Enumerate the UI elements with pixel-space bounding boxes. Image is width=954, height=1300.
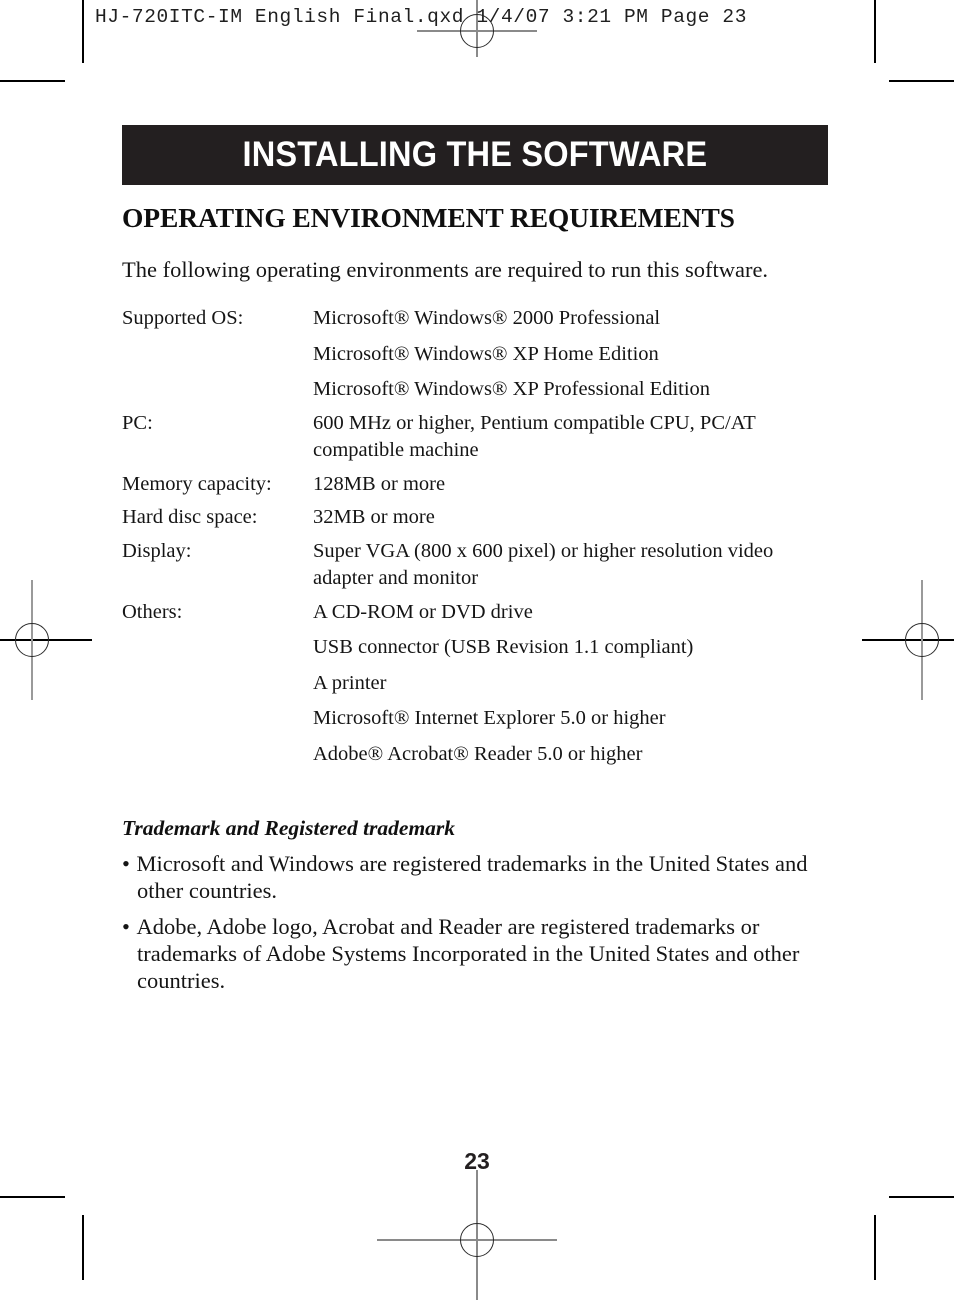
trademark-heading: Trademark and Registered trademark [122, 815, 456, 840]
trademark-list: • Microsoft and Windows are registered tr… [122, 850, 832, 994]
requirement-label: Supported OS: [122, 307, 244, 330]
chapter-banner: INSTALLING THE SOFTWARE [122, 125, 828, 185]
trademark-list-item: • Adobe, Adobe logo, Acrobat and Reader a… [122, 913, 832, 994]
trademark-list-item-text: Microsoft and Windows are registered tra… [136, 850, 808, 903]
requirement-value: Microsoft® Windows® XP Home Edition [313, 342, 659, 365]
requirement-value: Microsoft® Windows® 2000 Professional [313, 307, 661, 330]
trademark-list-item: • Microsoft and Windows are registered tr… [122, 850, 832, 904]
requirement-row: Others: A CD-ROM or DVD drive USB connecto… [122, 599, 832, 768]
requirement-value: Adobe® Acrobat® Reader 5.0 or higher [313, 742, 643, 765]
registration-mark-circle [15, 623, 49, 657]
proof-file-slug: HJ-720ITC-IM English Final.qxd 1/4/07 3:… [95, 6, 748, 28]
requirement-label: Display: [122, 539, 192, 562]
crop-mark-top-left-horizontal [0, 80, 65, 82]
requirement-row: Memory capacity: 128MB or more [122, 471, 832, 498]
requirement-values: 128MB or more [313, 471, 832, 498]
registration-mark-left [0, 580, 92, 700]
requirements-table-body: Supported OS: Microsoft® Windows® 2000 Pr… [122, 305, 832, 768]
requirement-values: A CD-ROM or DVD drive USB connector (USB … [313, 599, 832, 768]
requirement-value: A printer [313, 671, 387, 694]
requirement-values: Microsoft® Windows® 2000 Professional Mic… [313, 305, 832, 403]
requirement-row: Supported OS: Microsoft® Windows® 2000 Pr… [122, 305, 832, 403]
registration-mark-right [862, 580, 954, 700]
page-number: 23 [464, 1148, 490, 1174]
requirement-value: 128MB or more [313, 472, 446, 495]
bullet-icon: • [122, 850, 130, 876]
requirement-value: 600 MHz or higher, Pentium compatible CP… [313, 411, 756, 462]
requirements-table: Supported OS: Microsoft® Windows® 2000 Pr… [122, 305, 832, 768]
requirement-value: 32MB or more [313, 506, 435, 529]
requirement-values: 600 MHz or higher, Pentium compatible CP… [313, 410, 832, 465]
bullet-icon: • [122, 913, 130, 939]
requirement-row: Display: Super VGA (800 x 600 pixel) or h… [122, 538, 832, 593]
trademark-list-item-text: Adobe, Adobe logo, Acrobat and Reader ar… [136, 913, 800, 993]
requirement-value: Microsoft® Internet Explorer 5.0 or high… [313, 707, 666, 730]
requirement-label: Others: [122, 600, 183, 623]
requirement-values: Super VGA (800 x 600 pixel) or higher re… [313, 538, 832, 593]
requirement-row: PC: 600 MHz or higher, Pentium compatible… [122, 410, 832, 465]
requirement-value: USB connector (USB Revision 1.1 complian… [313, 636, 694, 659]
crop-mark-bottom-left-horizontal [0, 1196, 65, 1198]
crop-mark-top-right-vertical [874, 0, 876, 63]
section-heading: OPERATING ENVIRONMENT REQUIREMENTS [122, 202, 735, 233]
section-intro-text: The following operating environments are… [122, 256, 769, 282]
page-content: INSTALLING THE SOFTWARE OPERATING ENVIRO… [122, 125, 832, 994]
registration-mark-circle [460, 1223, 494, 1257]
crop-mark-bottom-left-vertical [82, 1215, 84, 1280]
registration-mark-circle [905, 623, 939, 657]
requirement-label: PC: [122, 411, 153, 434]
requirement-values: 32MB or more [313, 504, 832, 531]
crop-mark-top-left-vertical [82, 0, 84, 63]
crop-mark-bottom-right-vertical [874, 1215, 876, 1280]
requirement-row: Hard disc space: 32MB or more [122, 504, 832, 531]
requirement-value: A CD-ROM or DVD drive [313, 600, 533, 623]
requirement-value: Microsoft® Windows® XP Professional Edit… [313, 378, 711, 401]
crop-mark-bottom-right-horizontal [889, 1196, 954, 1198]
requirement-label: Memory capacity: [122, 472, 272, 495]
registration-mark-bottom [377, 1170, 557, 1300]
requirement-value: Super VGA (800 x 600 pixel) or higher re… [313, 539, 774, 590]
requirement-label: Hard disc space: [122, 506, 258, 529]
crop-mark-top-right-horizontal [889, 80, 954, 82]
chapter-title: INSTALLING THE SOFTWARE [242, 135, 708, 174]
